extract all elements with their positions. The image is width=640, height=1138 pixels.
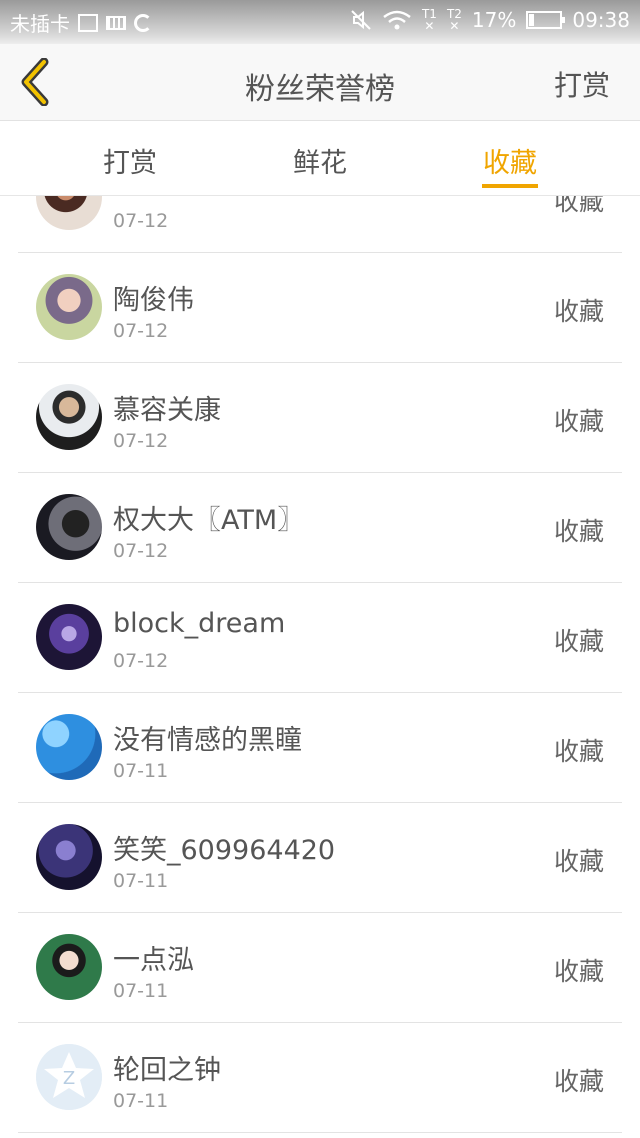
avatar-2	[36, 274, 102, 340]
list-item-date: 07-12	[113, 430, 169, 452]
battery-percent: 17%	[471, 8, 517, 32]
avatar-3	[36, 384, 102, 450]
avatar-4	[36, 494, 102, 560]
list-item-date: 07-12	[113, 320, 169, 342]
list-item-name: 轮回之钟	[113, 1055, 221, 1086]
wifi-icon	[383, 10, 411, 30]
mute-icon	[351, 10, 371, 30]
list-item-type: 收藏	[553, 407, 604, 436]
avatar-6	[36, 714, 102, 780]
list-item-name: 权大大〖ATM〗	[113, 505, 305, 536]
tab-flowers[interactable]: 鲜花	[260, 141, 380, 180]
list-item[interactable]: 慕容关康 07-12 收藏	[18, 362, 622, 473]
tip-button[interactable]: 打赏	[554, 64, 610, 104]
list-item[interactable]: block_dream 07-12 收藏	[18, 582, 622, 693]
carrier-text: 未插卡	[10, 12, 70, 36]
tab-favorites[interactable]: 收藏	[450, 141, 570, 180]
avatar-9: Z	[36, 1044, 102, 1110]
list-item[interactable]: Z 轮回之钟 07-11 收藏	[18, 1022, 622, 1133]
list-item-name: block_dream	[113, 608, 286, 639]
list-item[interactable]: 笑笑_609964420 07-11 收藏	[18, 802, 622, 913]
sync-icon	[134, 13, 152, 32]
keyboard-icon	[106, 15, 126, 30]
status-bar: 未插卡 T1 ✕ T2 ✕ 17% 09:38	[0, 0, 640, 44]
status-left: 未插卡	[10, 8, 152, 37]
sim2-signal-icon: T2 ✕	[446, 7, 462, 33]
sim-icon	[78, 13, 98, 32]
sim1-signal-icon: T1 ✕	[421, 7, 437, 33]
app-header: 粉丝荣誉榜 打赏	[0, 44, 640, 121]
list-item[interactable]: 07-12 收藏	[18, 196, 622, 253]
page-title: 粉丝荣誉榜	[245, 72, 395, 107]
list-item-type: 收藏	[553, 517, 604, 546]
list-item-type: 收藏	[553, 1067, 604, 1096]
active-tab-indicator	[482, 184, 538, 188]
battery-fill	[529, 14, 535, 26]
list-item[interactable]: 陶俊伟 07-12 收藏	[18, 252, 622, 363]
status-right: T1 ✕ T2 ✕ 17% 09:38	[350, 8, 630, 32]
list-item-type: 收藏	[553, 627, 604, 656]
list-item[interactable]: 权大大〖ATM〗 07-12 收藏	[18, 472, 622, 583]
avatar-1	[36, 196, 102, 230]
list-item-type: 收藏	[553, 957, 604, 986]
tab-bar: 打赏 鲜花 收藏	[0, 121, 640, 196]
list-item-name: 一点泓	[113, 945, 194, 976]
list-item-type: 收藏	[553, 297, 604, 326]
tab-tip[interactable]: 打赏	[70, 141, 190, 180]
fan-list: 07-12 收藏 陶俊伟 07-12 收藏 慕容关康 07-12 收藏 权大大〖…	[0, 196, 640, 1138]
list-item-name: 没有情感的黑瞳	[113, 725, 302, 756]
list-item-date: 07-11	[113, 980, 169, 1002]
list-item-date: 07-11	[113, 870, 169, 892]
list-item[interactable]: 没有情感的黑瞳 07-11 收藏	[18, 692, 622, 803]
battery-icon	[526, 11, 566, 29]
avatar-8	[36, 934, 102, 1000]
list-item-name: 陶俊伟	[113, 285, 194, 316]
list-item-date: 07-11	[113, 1090, 169, 1112]
list-item-date: 07-12	[113, 540, 169, 562]
list-item-type: 收藏	[553, 847, 604, 876]
list-item-name: 慕容关康	[113, 395, 221, 426]
list-item[interactable]: 一点泓 07-11 收藏	[18, 912, 622, 1023]
avatar-7	[36, 824, 102, 890]
clock: 09:38	[572, 8, 630, 32]
list-item-date: 07-12	[113, 650, 169, 672]
svg-text:Z: Z	[63, 1068, 75, 1089]
list-item-type: 收藏	[553, 737, 604, 766]
list-item-date: 07-11	[113, 760, 169, 782]
list-item-name: 笑笑_609964420	[113, 835, 336, 866]
avatar-5	[36, 604, 102, 670]
list-item-date: 07-12	[113, 210, 169, 232]
list-item-type: 收藏	[553, 196, 604, 216]
